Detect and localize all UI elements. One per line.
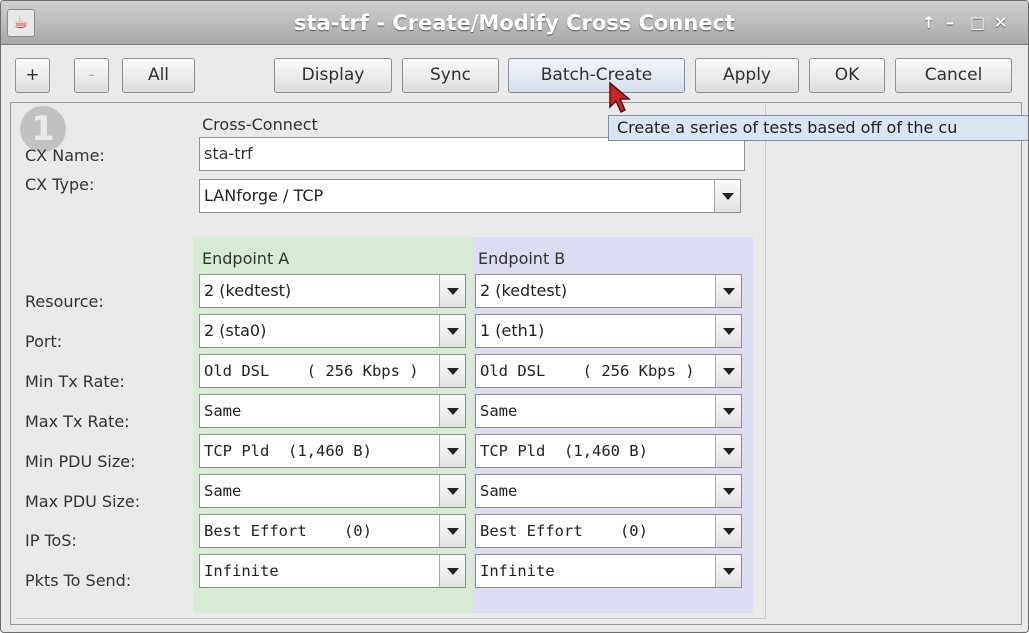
chevron-down-icon[interactable] — [715, 275, 741, 307]
chevron-down-icon[interactable] — [439, 395, 465, 427]
endpoint-b-min-tx-rate-select[interactable]: Old DSL ( 256 Kbps ) — [475, 354, 742, 388]
chevron-down-icon[interactable] — [714, 180, 740, 212]
endpoint-b-port-select[interactable]: 1 (eth1) — [475, 314, 742, 348]
chevron-down-icon[interactable] — [439, 315, 465, 347]
max-tx-rate-label: Max Tx Rate: — [25, 412, 130, 431]
cross-connect-window: ☕ sta-trf - Create/Modify Cross Connect … — [0, 0, 1029, 633]
chevron-down-icon[interactable] — [715, 315, 741, 347]
endpoint-a-max-tx-rate-select[interactable]: Same — [199, 394, 466, 428]
chevron-down-icon[interactable] — [715, 355, 741, 387]
all-button[interactable]: All — [122, 58, 195, 93]
endpoint-b-port-value: 1 (eth1) — [480, 321, 545, 340]
batch-create-button[interactable]: Batch-Create — [508, 58, 685, 93]
endpoint-a-port-value: 2 (sta0) — [204, 321, 267, 340]
cx-type-value: LANforge / TCP — [204, 186, 324, 205]
minimize-icon[interactable]: – — [946, 1, 954, 45]
chevron-down-icon[interactable] — [439, 555, 465, 587]
mouse-pointer-icon — [609, 81, 632, 114]
add-button[interactable]: + — [15, 58, 50, 93]
endpoint-a-max-pdu-size-select[interactable]: Same — [199, 474, 466, 508]
cx-name-field[interactable]: sta-trf — [199, 137, 745, 171]
endpoint-b-pkts-to-send-value: Infinite — [480, 562, 555, 580]
cx-type-label: CX Type: — [25, 175, 95, 194]
endpoint-a-min-tx-rate-value: Old DSL ( 256 Kbps ) — [204, 362, 419, 380]
endpoint-a-max-tx-rate-value: Same — [204, 402, 242, 420]
endpoint-a-ip-tos-value: Best Effort (0) — [204, 522, 372, 540]
endpoint-a-min-pdu-size-value: TCP Pld (1,460 B) — [204, 442, 372, 460]
endpoint-a-min-pdu-size-select[interactable]: TCP Pld (1,460 B) — [199, 434, 466, 468]
endpoint-b-resource-select[interactable]: 2 (kedtest) — [475, 274, 742, 308]
max-pdu-size-label: Max PDU Size: — [25, 492, 141, 511]
endpoint-b-max-pdu-size-value: Same — [480, 482, 518, 500]
cx-type-select[interactable]: LANforge / TCP — [199, 179, 741, 213]
endpoint-b-max-tx-rate-select[interactable]: Same — [475, 394, 742, 428]
endpoint-b-pkts-to-send-select[interactable]: Infinite — [475, 554, 742, 588]
endpoint-a-pkts-to-send-value: Infinite — [204, 562, 279, 580]
maximize-icon[interactable]: □ — [970, 1, 985, 45]
title-bar[interactable]: ☕ sta-trf - Create/Modify Cross Connect … — [1, 1, 1028, 45]
chevron-down-icon[interactable] — [439, 435, 465, 467]
endpoint-a-header: Endpoint A — [202, 249, 290, 268]
ok-button[interactable]: OK — [809, 58, 885, 93]
min-pdu-size-label: Min PDU Size: — [25, 452, 136, 471]
endpoint-a-min-tx-rate-select[interactable]: Old DSL ( 256 Kbps ) — [199, 354, 466, 388]
chevron-down-icon[interactable] — [715, 475, 741, 507]
ip-tos-label: IP ToS: — [25, 531, 77, 550]
remove-button[interactable]: - — [74, 58, 109, 93]
cancel-button[interactable]: Cancel — [895, 58, 1012, 93]
port-label: Port: — [25, 332, 63, 351]
endpoint-b-min-pdu-size-select[interactable]: TCP Pld (1,460 B) — [475, 434, 742, 468]
endpoint-b-max-pdu-size-select[interactable]: Same — [475, 474, 742, 508]
chevron-down-icon[interactable] — [439, 515, 465, 547]
sync-button[interactable]: Sync — [402, 58, 499, 93]
chevron-down-icon[interactable] — [439, 275, 465, 307]
endpoint-b-min-tx-rate-value: Old DSL ( 256 Kbps ) — [480, 362, 695, 380]
window-title: sta-trf - Create/Modify Cross Connect — [293, 11, 736, 35]
chevron-down-icon[interactable] — [715, 555, 741, 587]
apply-button[interactable]: Apply — [695, 58, 799, 93]
chevron-down-icon[interactable] — [439, 475, 465, 507]
section-title: Cross-Connect — [202, 115, 318, 134]
batch-create-tooltip: Create a series of tests based off of th… — [608, 115, 1028, 141]
endpoint-b-min-pdu-size-value: TCP Pld (1,460 B) — [480, 442, 648, 460]
close-icon[interactable]: ✕ — [994, 1, 1007, 45]
display-button[interactable]: Display — [274, 58, 392, 93]
endpoint-a-ip-tos-select[interactable]: Best Effort (0) — [199, 514, 466, 548]
chevron-down-icon[interactable] — [715, 435, 741, 467]
endpoint-a-resource-select[interactable]: 2 (kedtest) — [199, 274, 466, 308]
resource-label: Resource: — [25, 292, 104, 311]
pkts-to-send-label: Pkts To Send: — [25, 571, 132, 590]
chevron-down-icon[interactable] — [715, 395, 741, 427]
endpoint-a-resource-value: 2 (kedtest) — [204, 281, 292, 300]
endpoint-b-header: Endpoint B — [478, 249, 566, 268]
endpoint-a-pkts-to-send-select[interactable]: Infinite — [199, 554, 466, 588]
endpoint-b-ip-tos-value: Best Effort (0) — [480, 522, 648, 540]
endpoint-b-ip-tos-select[interactable]: Best Effort (0) — [475, 514, 742, 548]
chevron-down-icon[interactable] — [439, 355, 465, 387]
chevron-down-icon[interactable] — [715, 515, 741, 547]
endpoint-b-resource-value: 2 (kedtest) — [480, 281, 568, 300]
cx-name-label: CX Name: — [25, 146, 105, 165]
always-on-top-icon[interactable]: ↑ — [922, 1, 935, 45]
min-tx-rate-label: Min Tx Rate: — [25, 372, 125, 391]
endpoint-a-max-pdu-size-value: Same — [204, 482, 242, 500]
endpoint-a-port-select[interactable]: 2 (sta0) — [199, 314, 466, 348]
endpoint-b-max-tx-rate-value: Same — [480, 402, 518, 420]
